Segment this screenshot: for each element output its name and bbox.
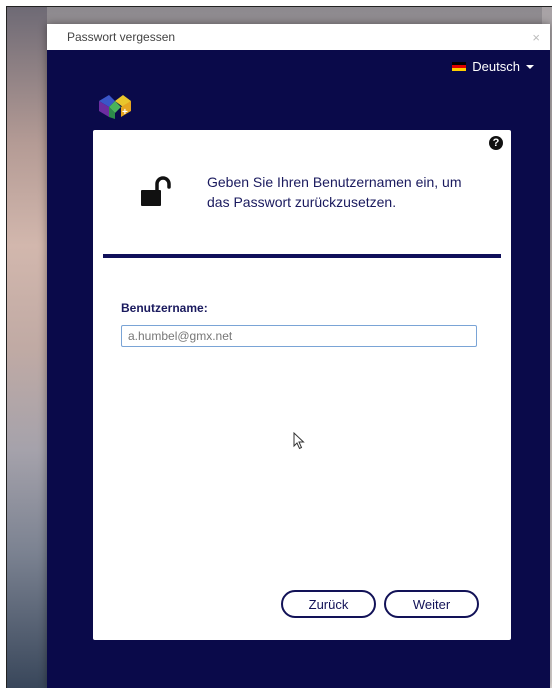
next-button[interactable]: Weiter	[384, 590, 479, 618]
help-icon[interactable]: ?	[489, 136, 503, 150]
desktop-background-left	[7, 7, 47, 688]
window-title: Passwort vergessen	[67, 30, 176, 44]
divider	[103, 254, 501, 258]
instruction-text: Geben Sie Ihren Benutzernamen ein, um da…	[207, 174, 462, 210]
content-card: ? Geben Sie Ihren Benutzernamen ein, um …	[93, 130, 511, 640]
username-input[interactable]	[121, 325, 477, 347]
screenshot-frame: Passwort vergessen × Deutsch + ? Geben S…	[6, 6, 552, 688]
unlocked-padlock-icon	[141, 176, 171, 206]
close-icon[interactable]: ×	[532, 30, 540, 45]
svg-text:+: +	[122, 107, 128, 118]
username-label: Benutzername:	[121, 301, 208, 315]
title-bar: Passwort vergessen ×	[47, 24, 550, 50]
german-flag-icon	[452, 62, 467, 71]
language-selector[interactable]: Deutsch	[452, 59, 534, 74]
back-button[interactable]: Zurück	[281, 590, 376, 618]
chevron-down-icon	[526, 64, 534, 69]
mouse-cursor-icon	[293, 432, 305, 450]
password-reset-dialog: Passwort vergessen × Deutsch + ? Geben S…	[47, 24, 550, 688]
app-logo-icon: +	[99, 95, 131, 119]
language-label: Deutsch	[472, 59, 520, 74]
